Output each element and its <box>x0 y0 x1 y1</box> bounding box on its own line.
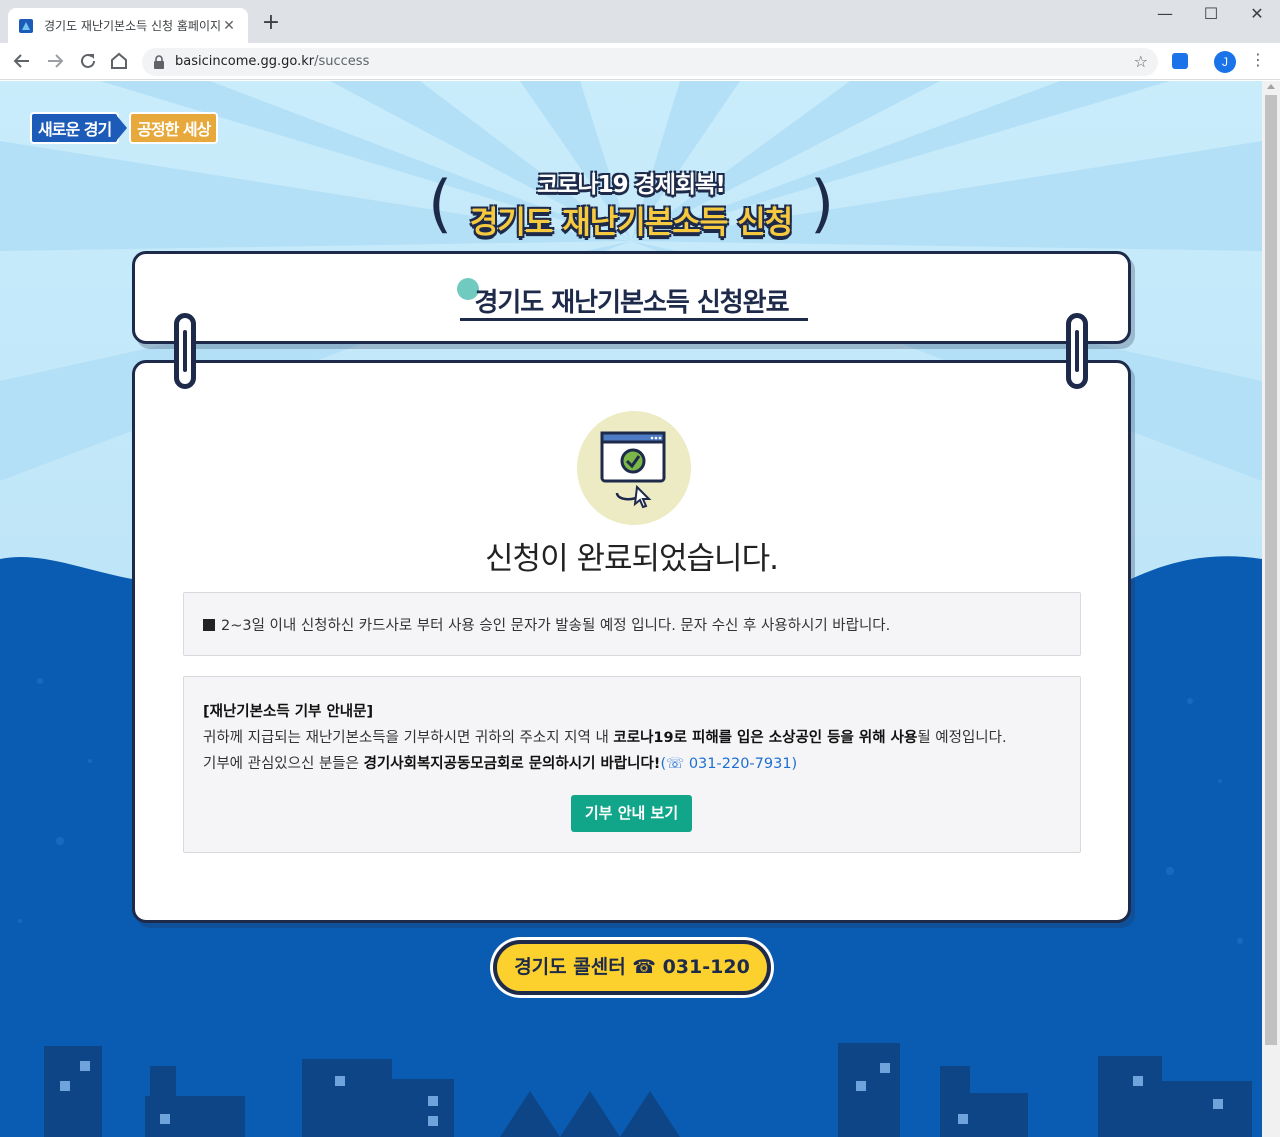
left-binder-ring <box>174 313 196 389</box>
page-viewport: 새로운 경기 공정한 세상 ( ) 코로나19 경제회복! 경기도 재난기본소득… <box>0 81 1262 1137</box>
close-window-button[interactable]: ✕ <box>1234 4 1280 28</box>
slogan-arrow <box>117 116 128 140</box>
browser-toolbar: basicincome.gg.go.kr/success ☆ J ⋮ <box>0 43 1280 80</box>
browser-window-check-icon <box>600 431 666 509</box>
donation-phone-number: (☏ 031-220-7931) <box>660 756 798 772</box>
scroll-thumb[interactable] <box>1265 95 1277 1045</box>
page-title: 경기도 재난기본소득 신청완료 <box>474 288 789 318</box>
extension-icon[interactable] <box>1172 53 1188 69</box>
back-icon[interactable] <box>10 49 34 73</box>
call-center-button[interactable]: 경기도 콜센터 ☎ 031-120 <box>493 940 771 995</box>
url-text: basicincome.gg.go.kr/success <box>175 54 370 69</box>
profile-avatar[interactable]: J <box>1214 51 1236 73</box>
result-board: 신청이 완료되었습니다. 2~3일 이내 신청하신 카드사로 부터 사용 승인 … <box>132 360 1131 923</box>
donation-notice-heading: [재난기본소득 기부 안내문] <box>203 704 374 720</box>
minimize-button[interactable]: — <box>1142 4 1188 28</box>
tab-strip: 경기도 재난기본소득 신청 홈페이지 ✕ + — ☐ ✕ <box>0 0 1280 43</box>
right-binder-ring <box>1066 313 1088 389</box>
home-icon[interactable] <box>107 49 131 73</box>
tab-title: 경기도 재난기본소득 신청 홈페이지 <box>44 19 220 33</box>
sms-notice-box: 2~3일 이내 신청하신 카드사로 부터 사용 승인 문자가 발송될 예정 입니… <box>183 592 1081 656</box>
page-scrollbar[interactable] <box>1262 81 1280 1137</box>
scroll-up-arrow[interactable] <box>1267 84 1275 89</box>
menu-icon[interactable]: ⋮ <box>1250 50 1266 69</box>
completion-message: 신청이 완료되었습니다. <box>485 541 779 577</box>
new-tab-button[interactable]: + <box>259 12 283 36</box>
headline-title: 경기도 재난기본소득 신청 <box>469 205 793 241</box>
donation-notice-line1: 귀하께 지급되는 재난기본소득을 기부하시면 귀하의 주소지 지역 내 코로나1… <box>203 730 1007 746</box>
maximize-button[interactable]: ☐ <box>1188 4 1234 28</box>
completion-icon-badge <box>577 411 691 525</box>
donation-notice-box: [재난기본소득 기부 안내문] 귀하께 지급되는 재난기본소득을 기부하시면 귀… <box>183 676 1081 853</box>
gyeonggi-slogan-logo[interactable]: 새로운 경기 공정한 세상 <box>30 112 219 144</box>
slogan-part1: 새로운 경기 <box>30 112 120 144</box>
site-favicon-icon <box>19 18 33 33</box>
forward-icon[interactable] <box>43 49 67 73</box>
cursor-icon <box>633 484 652 509</box>
sms-notice-text: 2~3일 이내 신청하신 카드사로 부터 사용 승인 문자가 발송될 예정 입니… <box>221 618 891 634</box>
active-tab[interactable]: 경기도 재난기본소득 신청 홈페이지 ✕ <box>8 8 248 43</box>
title-underline <box>460 318 808 321</box>
donation-notice-line2: 기부에 관심있으신 분들은 경기사회복지공동모금회로 문의하시기 바랍니다!(☏… <box>203 756 798 772</box>
address-bar[interactable]: basicincome.gg.go.kr/success ☆ <box>142 48 1158 76</box>
headline-subtitle: 코로나19 경제회복! <box>537 172 726 198</box>
title-board: 경기도 재난기본소득 신청완료 <box>132 251 1131 344</box>
slogan-part2: 공정한 세상 <box>129 112 219 144</box>
reload-icon[interactable] <box>76 49 100 73</box>
lock-icon <box>154 55 164 69</box>
star-icon[interactable]: ☆ <box>1134 52 1148 71</box>
bullet-square-icon <box>203 619 215 631</box>
donation-guide-button[interactable]: 기부 안내 보기 <box>571 795 692 832</box>
tab-close-icon[interactable]: ✕ <box>220 17 238 35</box>
